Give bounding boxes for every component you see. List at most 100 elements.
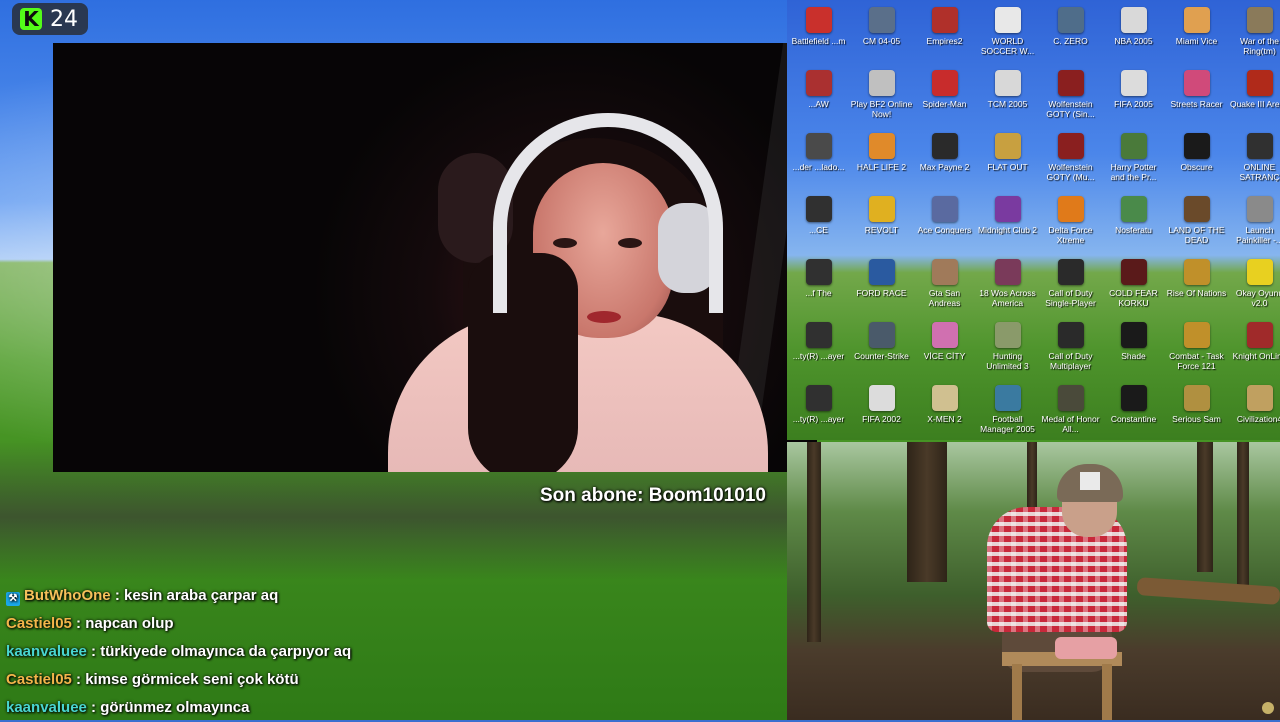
chat-username[interactable]: kaanvaluee bbox=[6, 643, 87, 660]
game-shortcut-icon bbox=[1058, 7, 1084, 33]
game-shortcut-icon bbox=[806, 322, 832, 348]
desktop-shortcut[interactable]: Call of Duty Single-Player bbox=[1039, 252, 1102, 315]
desktop-shortcut[interactable]: Delta Force Xtreme bbox=[1039, 189, 1102, 252]
desktop-shortcut[interactable]: NBA 2005 bbox=[1102, 0, 1165, 63]
desktop-shortcut[interactable]: FORD RACE bbox=[850, 252, 913, 315]
meat-on-stool bbox=[1055, 637, 1117, 659]
desktop-shortcut[interactable]: Empires2 bbox=[913, 0, 976, 63]
cap-patch bbox=[1080, 472, 1100, 490]
chat-username[interactable]: kaanvaluee bbox=[6, 699, 87, 716]
game-shortcut-icon bbox=[1247, 133, 1273, 159]
desktop-shortcut[interactable]: TCM 2005 bbox=[976, 63, 1039, 126]
desktop-shortcut[interactable]: Constantine bbox=[1102, 378, 1165, 440]
desktop-shortcut[interactable]: Counter-Strike bbox=[850, 315, 913, 378]
desktop-shortcut[interactable]: ...ty(R) ...ayer bbox=[787, 315, 850, 378]
desktop-shortcut[interactable]: FIFA 2002 bbox=[850, 378, 913, 440]
desktop-shortcut-label: X-MEN 2 bbox=[914, 414, 976, 424]
desktop-icon-grid: Battlefield ...mCM 04-05Empires2WORLD SO… bbox=[787, 0, 1280, 440]
desktop-shortcut[interactable]: ONLINE SATRANÇ bbox=[1228, 126, 1280, 189]
desktop-shortcut[interactable]: Miami Vice bbox=[1165, 0, 1228, 63]
chat-message: kaanvaluee : türkiyede olmayınca da çarp… bbox=[6, 638, 786, 666]
desktop-shortcut[interactable]: VİCE CİTY bbox=[913, 315, 976, 378]
desktop-shortcut[interactable]: Football Manager 2005 bbox=[976, 378, 1039, 440]
desktop-shortcut[interactable]: 18 Wos Across America bbox=[976, 252, 1039, 315]
desktop-shortcut[interactable]: FIFA 2005 bbox=[1102, 63, 1165, 126]
game-shortcut-icon bbox=[1184, 385, 1210, 411]
game-shortcut-icon bbox=[932, 259, 958, 285]
desktop-shortcut-label: ...AW bbox=[788, 99, 850, 109]
desktop-shortcut[interactable]: ...der ...lado... bbox=[787, 126, 850, 189]
headphones bbox=[493, 113, 723, 313]
game-shortcut-icon bbox=[806, 133, 832, 159]
desktop-shortcut-label: Hunting Unlimited 3 bbox=[977, 351, 1039, 371]
desktop-shortcut-label: Constantine bbox=[1103, 414, 1165, 424]
desktop-shortcut[interactable]: Medal of Honor All... bbox=[1039, 378, 1102, 440]
game-shortcut-icon bbox=[1058, 196, 1084, 222]
forest-video-feed bbox=[787, 442, 1280, 720]
desktop-shortcut[interactable]: ...f The bbox=[787, 252, 850, 315]
desktop-shortcut[interactable]: Launch Painkiller -... bbox=[1228, 189, 1280, 252]
desktop-shortcut[interactable]: Call of Duty Multiplayer bbox=[1039, 315, 1102, 378]
desktop-shortcut[interactable]: WORLD SOCCER W... bbox=[976, 0, 1039, 63]
desktop-shortcut[interactable]: Midnight Club 2 bbox=[976, 189, 1039, 252]
desktop-shortcut[interactable]: Okay Oyunu v2.0 bbox=[1228, 252, 1280, 315]
last-subscriber-label: Son abone: Boom101010 bbox=[540, 485, 766, 507]
desktop-shortcut[interactable]: Wolfenstein GOTY (Sin... bbox=[1039, 63, 1102, 126]
desktop-shortcut[interactable]: Spider-Man bbox=[913, 63, 976, 126]
desktop-shortcut[interactable]: Quake III Arena bbox=[1228, 63, 1280, 126]
desktop-shortcut-label: Medal of Honor All... bbox=[1040, 414, 1102, 434]
desktop-shortcut-label: Wolfenstein GOTY (Sin... bbox=[1040, 99, 1102, 119]
desktop-shortcut[interactable]: Knight OnLine bbox=[1228, 315, 1280, 378]
desktop-shortcut-label: COLD FEAR KORKU bbox=[1103, 288, 1165, 308]
desktop-shortcut-label: TCM 2005 bbox=[977, 99, 1039, 109]
desktop-shortcut[interactable]: C. ZERO bbox=[1039, 0, 1102, 63]
game-shortcut-icon bbox=[806, 70, 832, 96]
desktop-shortcut[interactable]: FLAT OUT bbox=[976, 126, 1039, 189]
desktop-shortcut[interactable]: Serious Sam bbox=[1165, 378, 1228, 440]
desktop-shortcut[interactable]: CM 04-05 bbox=[850, 0, 913, 63]
chat-text: : türkiyede olmayınca da çarpıyor aq bbox=[87, 643, 351, 660]
desktop-shortcut[interactable]: COLD FEAR KORKU bbox=[1102, 252, 1165, 315]
kick-logo-icon: K bbox=[20, 8, 42, 30]
desktop-shortcut[interactable]: Shade bbox=[1102, 315, 1165, 378]
desktop-shortcut[interactable]: Combat - Task Force 121 bbox=[1165, 315, 1228, 378]
desktop-shortcut[interactable]: Max Payne 2 bbox=[913, 126, 976, 189]
desktop-shortcut-label: 18 Wos Across America bbox=[977, 288, 1039, 308]
desktop-shortcut[interactable]: Nosferatu bbox=[1102, 189, 1165, 252]
desktop-shortcut[interactable]: REVOLT bbox=[850, 189, 913, 252]
desktop-shortcut[interactable]: Gta San Andreas bbox=[913, 252, 976, 315]
chat-message: kaanvaluee : görünmez olmayınca bbox=[6, 694, 786, 722]
desktop-shortcut[interactable]: Streets Racer bbox=[1165, 63, 1228, 126]
game-shortcut-icon bbox=[869, 196, 895, 222]
game-shortcut-icon bbox=[1058, 259, 1084, 285]
desktop-shortcut-label: REVOLT bbox=[851, 225, 913, 235]
desktop-shortcut[interactable]: War of the Ring(tm) bbox=[1228, 0, 1280, 63]
desktop-shortcut[interactable]: X-MEN 2 bbox=[913, 378, 976, 440]
desktop-shortcut[interactable]: ...CE bbox=[787, 189, 850, 252]
desktop-shortcut[interactable]: HALF LIFE 2 bbox=[850, 126, 913, 189]
desktop-shortcut-label: Call of Duty Single-Player bbox=[1040, 288, 1102, 308]
desktop-shortcut[interactable]: Play BF2 Online Now! bbox=[850, 63, 913, 126]
desktop-shortcut[interactable]: ...ty(R) ...ayer bbox=[787, 378, 850, 440]
desktop-shortcut-label: Streets Racer bbox=[1166, 99, 1228, 109]
chat-username[interactable]: Castiel05 bbox=[6, 671, 72, 688]
desktop-shortcut[interactable]: Rise Of Nations bbox=[1165, 252, 1228, 315]
game-shortcut-icon bbox=[1247, 322, 1273, 348]
desktop-shortcut-label: Rise Of Nations bbox=[1166, 288, 1228, 298]
desktop-shortcut[interactable]: Harry Potter and the Pr... bbox=[1102, 126, 1165, 189]
desktop-shortcut[interactable]: Civilization4 bbox=[1228, 378, 1280, 440]
desktop-shortcut[interactable]: LAND OF THE DEAD bbox=[1165, 189, 1228, 252]
desktop-shortcut[interactable]: Obscure bbox=[1165, 126, 1228, 189]
game-shortcut-icon bbox=[932, 385, 958, 411]
desktop-shortcut[interactable]: ...AW bbox=[787, 63, 850, 126]
game-shortcut-icon bbox=[806, 7, 832, 33]
desktop-shortcut[interactable]: Hunting Unlimited 3 bbox=[976, 315, 1039, 378]
moderator-badge-icon: ⚒ bbox=[6, 592, 20, 606]
chat-username[interactable]: ButWhoOne bbox=[24, 587, 111, 604]
game-shortcut-icon bbox=[1184, 7, 1210, 33]
chat-username[interactable]: Castiel05 bbox=[6, 615, 72, 632]
desktop-shortcut-label: Battlefield ...m bbox=[788, 36, 850, 46]
desktop-shortcut[interactable]: Wolfenstein GOTY (Mu... bbox=[1039, 126, 1102, 189]
desktop-shortcut[interactable]: Ace Conquers bbox=[913, 189, 976, 252]
desktop-shortcut[interactable]: Battlefield ...m bbox=[787, 0, 850, 63]
